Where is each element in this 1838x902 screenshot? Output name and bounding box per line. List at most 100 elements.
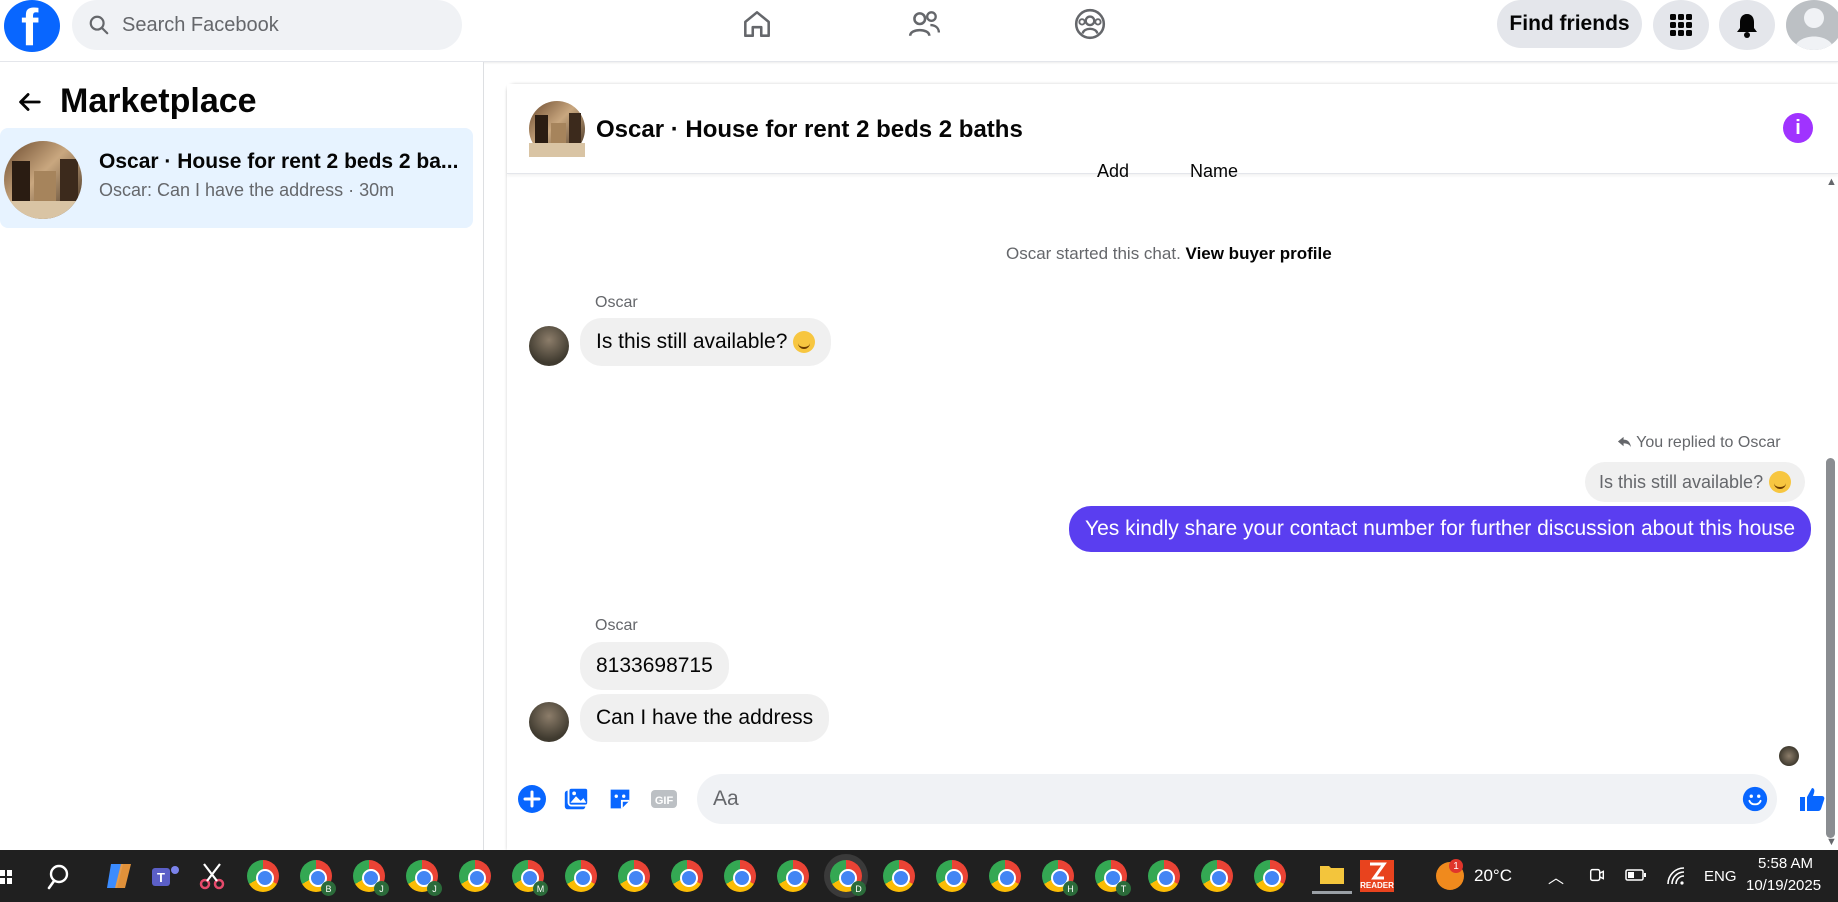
quoted-message[interactable]: Is this still available? [1585,462,1806,502]
chrome-window-icon[interactable]: D [830,860,866,896]
show-hidden-icons-chevron-icon[interactable]: ︿ [1548,864,1564,888]
message-input[interactable] [697,774,1777,824]
teams-icon[interactable]: T [149,860,181,892]
chrome-window-icon[interactable] [724,860,756,892]
battery-icon[interactable] [1625,868,1647,887]
taskbar-search-icon[interactable] [46,862,76,897]
svg-text:T: T [157,870,165,885]
emoji-icon[interactable] [1740,784,1770,814]
cut-off-label: Name [1190,161,1239,181]
chrome-window-icon[interactable] [459,860,491,892]
system-message-text: Oscar started this chat. [1006,244,1181,263]
message-text: Is this still available? [596,330,788,353]
sender-name: Oscar [595,294,638,311]
home-icon[interactable] [737,4,777,44]
system-message: Oscar started this chat. View buyer prof… [1006,244,1332,264]
message-composer: GIF [507,774,1838,850]
message-text: 8133698715 [596,654,713,677]
chrome-window-icon[interactable] [618,860,650,892]
panel-header: Marketplace [14,82,257,121]
chrome-window-icon[interactable] [777,860,809,892]
input-language[interactable]: ENG [1704,868,1737,885]
sticker-icon[interactable] [605,784,635,814]
like-thumb-icon[interactable] [1797,784,1827,814]
chrome-window-icon[interactable] [671,860,703,892]
chrome-window-icon[interactable]: T [1095,860,1131,896]
chrome-window-icon[interactable]: H [1042,860,1078,896]
weather-badge: 1 [1449,859,1463,873]
conversation-preview: Oscar: Can I have the address · 30m [99,180,395,200]
reader-app-icon[interactable]: READER [1360,860,1394,892]
info-icon[interactable]: i [1783,113,1813,143]
chat-title[interactable]: Oscar · House for rent 2 beds 2 baths [596,116,1023,144]
outgoing-message[interactable]: Yes kindly share your contact number for… [1069,506,1812,552]
chrome-window-icon[interactable]: J [406,860,442,896]
smiling-face-emoji-icon [1769,471,1792,493]
message-text: Can I have the address [596,706,814,729]
groups-icon[interactable] [1070,4,1110,44]
top-navigation-bar: f Find friends [0,0,1838,62]
chrome-window-icon[interactable] [1201,860,1233,892]
listing-thumbnail [4,141,82,219]
photo-icon[interactable] [561,784,591,814]
start-icon[interactable] [0,870,12,884]
facebook-logo-letter: f [21,0,39,52]
notifications-icon[interactable] [1719,0,1775,50]
svg-text:READER: READER [1360,881,1394,890]
plus-icon[interactable] [517,784,547,814]
conversation-title: Oscar · House for rent 2 beds 2 ba... [99,150,459,173]
chrome-window-icon[interactable]: B [300,860,336,896]
snipping-tool-icon[interactable] [196,860,228,892]
wifi-icon[interactable] [1666,866,1686,891]
find-friends-button[interactable]: Find friends [1497,0,1642,48]
windows-taskbar: T B J J M D H T READER 1 20°C ︿ ENG 5:58 AM 10… [0,850,1838,902]
view-buyer-profile-link[interactable]: View buyer profile [1186,244,1332,263]
file-explorer-icon[interactable] [1312,858,1352,894]
friends-icon[interactable] [904,4,944,44]
chat-window: Oscar · House for rent 2 beds 2 baths i … [507,84,1838,850]
copilot-icon[interactable] [103,860,135,892]
chrome-window-icon[interactable] [936,860,968,892]
message-text: Yes kindly share your contact number for… [1085,517,1796,540]
back-arrow-icon[interactable] [14,87,44,117]
chrome-profile-badge: M [533,881,548,896]
search-box[interactable] [72,0,462,50]
avatar[interactable] [529,326,569,366]
smiling-face-emoji-icon [793,331,816,353]
weather-temperature[interactable]: 20°C [1474,866,1512,886]
chrome-window-icon[interactable] [989,860,1021,892]
cut-off-label: Add [1097,161,1130,181]
marketplace-inbox-panel: Marketplace Oscar · House for rent 2 bed… [0,62,484,850]
svg-text:GIF: GIF [655,795,674,807]
scroll-up-arrow-icon[interactable]: ▲ [1826,176,1837,188]
chrome-window-icon[interactable] [883,860,915,892]
chrome-window-icon[interactable]: J [353,860,389,896]
conversation-item[interactable]: Oscar · House for rent 2 beds 2 ba... Os… [0,128,473,228]
gif-icon[interactable]: GIF [649,784,679,814]
meet-now-icon[interactable] [1588,866,1606,889]
chrome-profile-badge: J [374,881,389,896]
reply-indicator: You replied to Oscar [1617,434,1781,452]
chat-listing-thumbnail[interactable] [529,101,585,157]
account-avatar[interactable] [1786,0,1838,50]
chat-scrollbar[interactable]: ▲ ▼ [1824,176,1838,848]
search-input[interactable] [122,13,422,37]
incoming-message[interactable]: Can I have the address [580,694,830,742]
chrome-profile-badge: T [1116,881,1131,896]
facebook-logo[interactable]: f [4,0,60,52]
chrome-profile-badge: B [321,881,336,896]
chrome-window-icon[interactable] [247,860,279,892]
menu-grid-icon[interactable] [1653,0,1709,50]
clock-date[interactable]: 10/19/2025 [1746,877,1821,894]
incoming-message[interactable]: 8133698715 [580,642,729,690]
clock-time[interactable]: 5:58 AM [1758,855,1813,872]
chrome-window-icon[interactable]: M [512,860,548,896]
avatar[interactable] [529,702,569,742]
incoming-message[interactable]: Is this still available? [580,318,832,366]
chat-header: Oscar · House for rent 2 beds 2 baths i [507,84,1838,174]
chrome-window-icon[interactable] [1254,860,1286,892]
chrome-window-icon[interactable] [565,860,597,892]
quoted-text: Is this still available? [1599,471,1764,492]
sender-name: Oscar [595,617,638,634]
chrome-window-icon[interactable] [1148,860,1180,892]
